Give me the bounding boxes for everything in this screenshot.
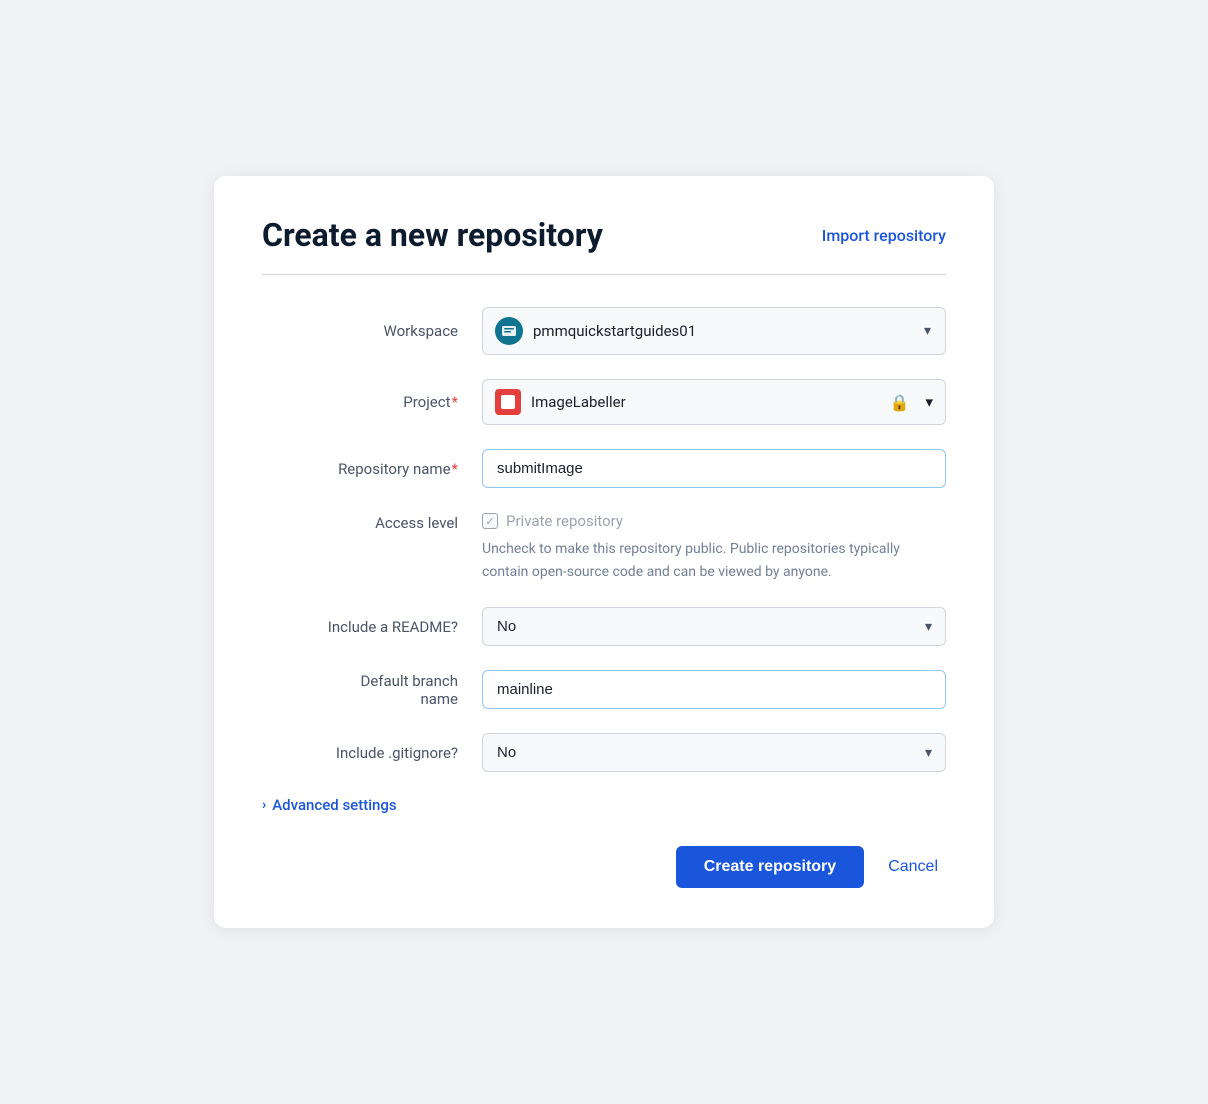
workspace-row: Workspace pmmquickstartguides01 ▾: [262, 307, 946, 355]
private-repo-label[interactable]: ✓ Private repository: [482, 512, 623, 530]
page-title: Create a new repository: [262, 216, 603, 254]
cancel-button[interactable]: Cancel: [880, 846, 946, 888]
modal-header: Create a new repository Import repositor…: [262, 216, 946, 254]
workspace-chevron-icon: ▾: [924, 323, 931, 339]
gitignore-select[interactable]: No Yes: [482, 733, 946, 772]
checkbox-check-icon: ✓: [485, 516, 494, 527]
workspace-control: pmmquickstartguides01 ▾: [482, 307, 946, 355]
private-repo-checkbox[interactable]: ✓: [482, 513, 498, 529]
readme-select[interactable]: No Yes: [482, 607, 946, 646]
project-chevron-icon: ▾: [925, 393, 933, 411]
repo-name-required-star: *: [452, 460, 458, 478]
private-repo-checkbox-row: ✓ Private repository: [482, 512, 946, 538]
project-icon-inner: [501, 395, 515, 409]
project-required-star: *: [452, 393, 458, 411]
branch-name-input[interactable]: [482, 670, 946, 709]
create-repo-modal: Create a new repository Import repositor…: [214, 176, 994, 928]
private-repo-text: Private repository: [506, 512, 623, 530]
access-description-text: Uncheck to make this repository public. …: [482, 538, 942, 583]
lock-icon: 🔒: [890, 393, 910, 412]
project-name: ImageLabeller: [531, 393, 626, 411]
create-repository-button[interactable]: Create repository: [676, 846, 865, 888]
form-actions: Create repository Cancel: [262, 846, 946, 888]
gitignore-select-wrapper: No Yes ▾: [482, 733, 946, 772]
branch-name-control: [482, 670, 946, 709]
workspace-select[interactable]: pmmquickstartguides01 ▾: [482, 307, 946, 355]
advanced-settings-toggle[interactable]: › Advanced settings: [262, 796, 946, 814]
project-select-left: ImageLabeller: [495, 389, 626, 415]
access-level-control: ✓ Private repository Uncheck to make thi…: [482, 512, 946, 583]
readme-label: Include a README?: [262, 618, 482, 636]
access-level-row: Access level ✓ Private repository Unchec…: [262, 512, 946, 583]
access-level-label: Access level: [262, 512, 482, 532]
project-row: Project* ImageLabeller 🔒 ▾: [262, 379, 946, 425]
repo-name-label: Repository name*: [262, 460, 482, 478]
repo-name-row: Repository name*: [262, 449, 946, 488]
readme-row: Include a README? No Yes ▾: [262, 607, 946, 646]
workspace-name: pmmquickstartguides01: [533, 322, 696, 340]
gitignore-control: No Yes ▾: [482, 733, 946, 772]
workspace-avatar: [495, 317, 523, 345]
readme-control: No Yes ▾: [482, 607, 946, 646]
project-select-right: 🔒 ▾: [890, 393, 933, 412]
project-select[interactable]: ImageLabeller 🔒 ▾: [482, 379, 946, 425]
advanced-settings-label: Advanced settings: [272, 796, 396, 814]
gitignore-label: Include .gitignore?: [262, 744, 482, 762]
repo-name-control: [482, 449, 946, 488]
branch-name-label: Default branch name: [262, 672, 482, 708]
repo-name-input[interactable]: [482, 449, 946, 488]
project-avatar: [495, 389, 521, 415]
readme-select-wrapper: No Yes ▾: [482, 607, 946, 646]
workspace-label: Workspace: [262, 322, 482, 340]
import-repository-link[interactable]: Import repository: [822, 226, 946, 245]
project-control: ImageLabeller 🔒 ▾: [482, 379, 946, 425]
project-label: Project*: [262, 393, 482, 411]
advanced-chevron-right-icon: ›: [262, 797, 266, 813]
header-divider: [262, 274, 946, 275]
branch-name-row: Default branch name: [262, 670, 946, 709]
gitignore-row: Include .gitignore? No Yes ▾: [262, 733, 946, 772]
